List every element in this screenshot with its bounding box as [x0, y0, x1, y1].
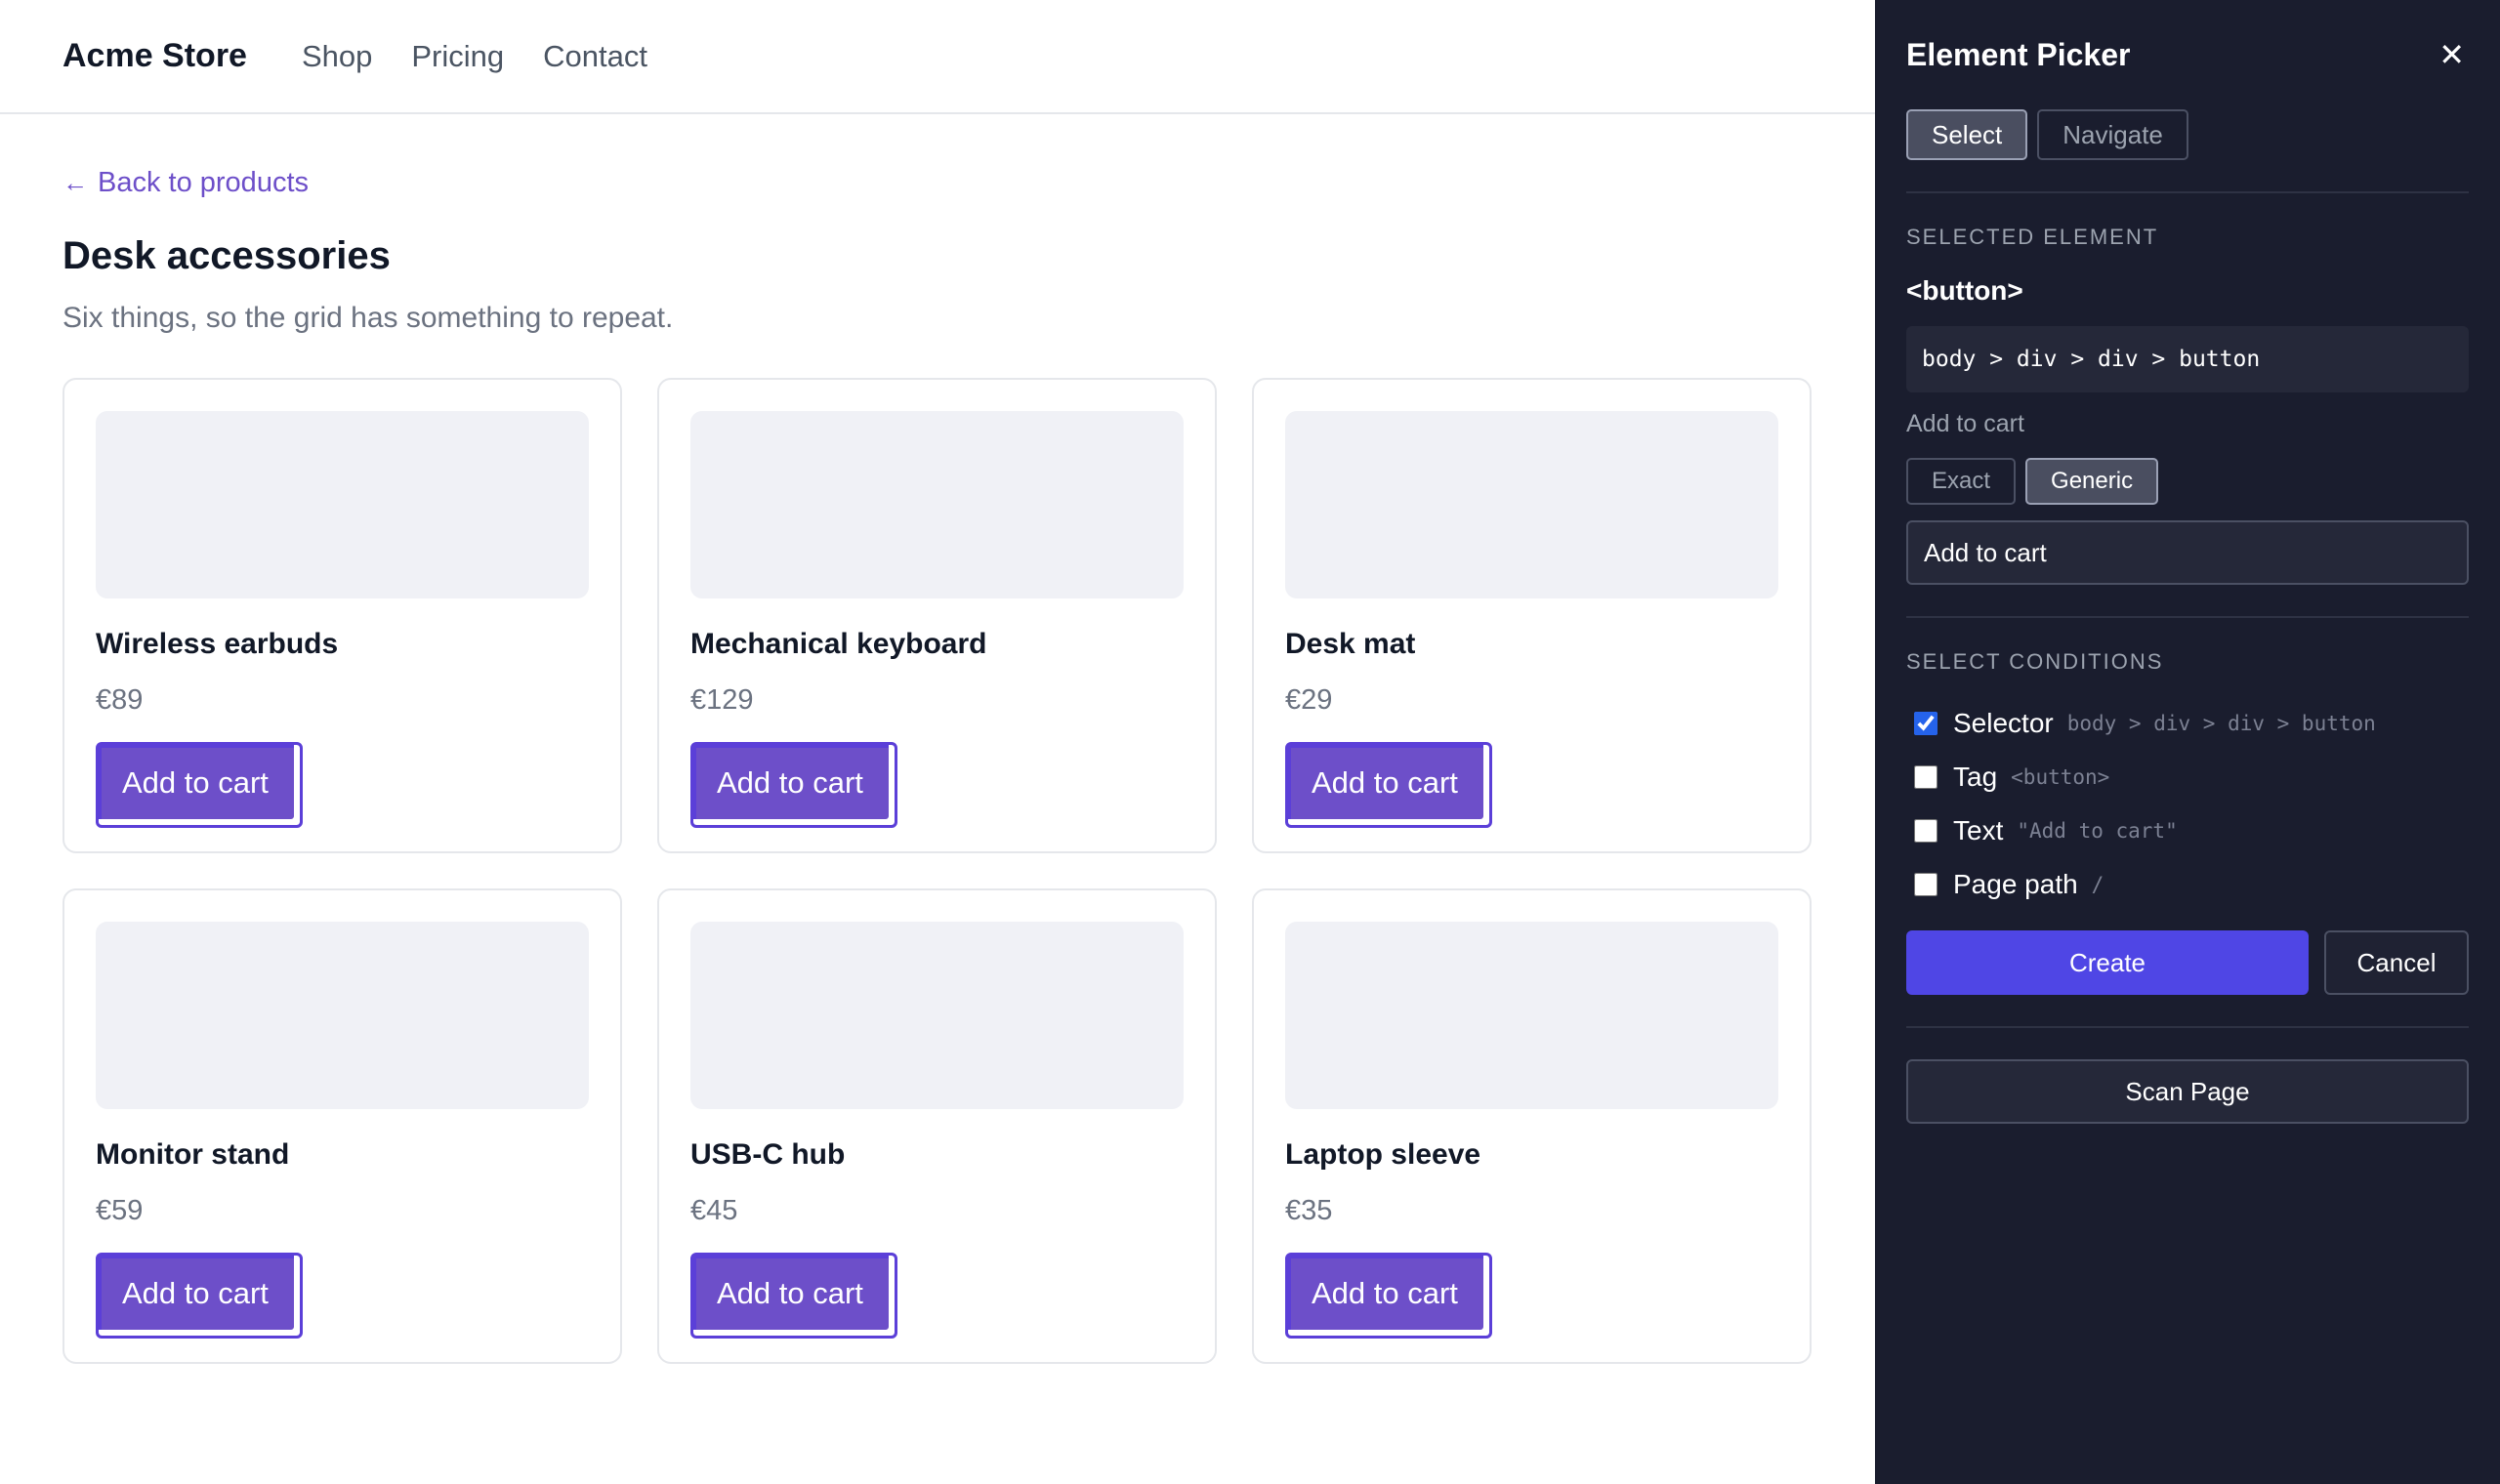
nav-link-shop[interactable]: Shop [302, 39, 372, 74]
add-to-cart-button[interactable]: Add to cart [96, 742, 303, 828]
condition-page-path[interactable]: Page path / [1906, 857, 2469, 911]
close-icon[interactable]: ✕ [2438, 36, 2465, 73]
product-card: USB-C hub €45 Add to cart [657, 888, 1217, 1364]
selected-element-text: Add to cart [1906, 410, 2024, 437]
condition-tag[interactable]: Tag <button> [1906, 750, 2469, 804]
page-title: Desk accessories [62, 234, 391, 277]
condition-text-checkbox[interactable] [1914, 818, 1938, 843]
selector-path: body > div > div > button [1906, 326, 2469, 392]
product-image-placeholder [690, 922, 1184, 1109]
condition-value: body > div > div > button [2066, 711, 2376, 735]
back-to-products-link[interactable]: ← Back to products [62, 167, 309, 199]
picker-header: Element Picker ✕ [1906, 0, 2469, 109]
product-card: Wireless earbuds €89 Add to cart [62, 378, 622, 853]
product-image-placeholder [690, 411, 1184, 598]
condition-tag-checkbox[interactable] [1914, 764, 1938, 789]
page-subtitle: Six things, so the grid has something to… [62, 302, 674, 334]
cancel-button[interactable]: Cancel [2324, 930, 2469, 995]
condition-name: Text [1953, 814, 2004, 845]
top-nav: Acme Store Shop Pricing Contact [0, 0, 1875, 114]
condition-value: <button> [2011, 764, 2110, 789]
condition-selector[interactable]: Selector body > div > div > button [1906, 696, 2469, 750]
add-to-cart-button[interactable]: Add to cart [690, 742, 897, 828]
add-to-cart-button[interactable]: Add to cart [1285, 1253, 1492, 1339]
divider [1906, 191, 2469, 193]
product-card: Desk mat €29 Add to cart [1252, 378, 1812, 853]
match-mode-toggle: Exact Generic [1906, 458, 2469, 505]
product-price: €129 [690, 684, 754, 716]
mode-select-button[interactable]: Select [1906, 109, 2028, 160]
arrow-left-icon: ← [62, 168, 88, 197]
mode-toggle: Select Navigate [1906, 109, 2469, 160]
divider [1906, 616, 2469, 618]
brand-logo[interactable]: Acme Store [62, 37, 247, 75]
product-name: USB-C hub [690, 1138, 846, 1171]
conditions-list: Selector body > div > div > button Tag <… [1906, 696, 2469, 911]
product-grid: Wireless earbuds €89 Add to cart Mechani… [62, 378, 1812, 1364]
product-price: €35 [1285, 1195, 1333, 1226]
divider [1906, 1026, 2469, 1028]
condition-value: "Add to cart" [2017, 818, 2178, 843]
store-page: Acme Store Shop Pricing Contact ← Back t… [0, 0, 1875, 1484]
product-price: €59 [96, 1195, 144, 1226]
product-card: Monitor stand €59 Add to cart [62, 888, 622, 1364]
selected-element-tag: <button> [1906, 275, 2023, 306]
product-price: €89 [96, 684, 144, 716]
picker-actions: Create Cancel [1906, 930, 2469, 995]
scan-page-button[interactable]: Scan Page [1906, 1059, 2469, 1124]
mode-navigate-button[interactable]: Navigate [2037, 109, 2188, 160]
selected-element-label: SELECTED ELEMENT [1906, 225, 2159, 249]
condition-page-path-checkbox[interactable] [1914, 872, 1938, 896]
add-to-cart-button[interactable]: Add to cart [1285, 742, 1492, 828]
back-link-label: Back to products [98, 167, 309, 198]
product-image-placeholder [1285, 922, 1778, 1109]
create-button[interactable]: Create [1906, 930, 2309, 995]
product-image-placeholder [96, 411, 589, 598]
condition-name: Tag [1953, 761, 1998, 792]
product-name: Wireless earbuds [96, 628, 339, 660]
add-to-cart-button[interactable]: Add to cart [96, 1253, 303, 1339]
product-card: Mechanical keyboard €129 Add to cart [657, 378, 1217, 853]
product-price: €45 [690, 1195, 738, 1226]
match-generic-button[interactable]: Generic [2025, 458, 2159, 505]
product-card: Laptop sleeve €35 Add to cart [1252, 888, 1812, 1364]
picker-title: Element Picker [1906, 36, 2131, 72]
condition-selector-checkbox[interactable] [1914, 711, 1938, 735]
condition-value: / [2091, 872, 2104, 896]
condition-name: Selector [1953, 707, 2054, 738]
element-picker-panel: Element Picker ✕ Select Navigate SELECTE… [1875, 0, 2500, 1484]
product-name: Monitor stand [96, 1138, 290, 1171]
product-image-placeholder [1285, 411, 1778, 598]
select-conditions-label: SELECT CONDITIONS [1906, 649, 2164, 674]
nav-link-pricing[interactable]: Pricing [411, 39, 504, 74]
product-name: Desk mat [1285, 628, 1416, 660]
product-name: Laptop sleeve [1285, 1138, 1481, 1171]
product-price: €29 [1285, 684, 1333, 716]
match-exact-button[interactable]: Exact [1906, 458, 2017, 505]
condition-name: Page path [1953, 868, 2078, 899]
text-match-input[interactable] [1906, 520, 2469, 585]
main-content: ← Back to products Desk accessories Six … [0, 114, 1875, 1364]
condition-text[interactable]: Text "Add to cart" [1906, 804, 2469, 857]
add-to-cart-button[interactable]: Add to cart [690, 1253, 897, 1339]
nav-link-contact[interactable]: Contact [543, 39, 647, 74]
product-image-placeholder [96, 922, 589, 1109]
product-name: Mechanical keyboard [690, 628, 987, 660]
